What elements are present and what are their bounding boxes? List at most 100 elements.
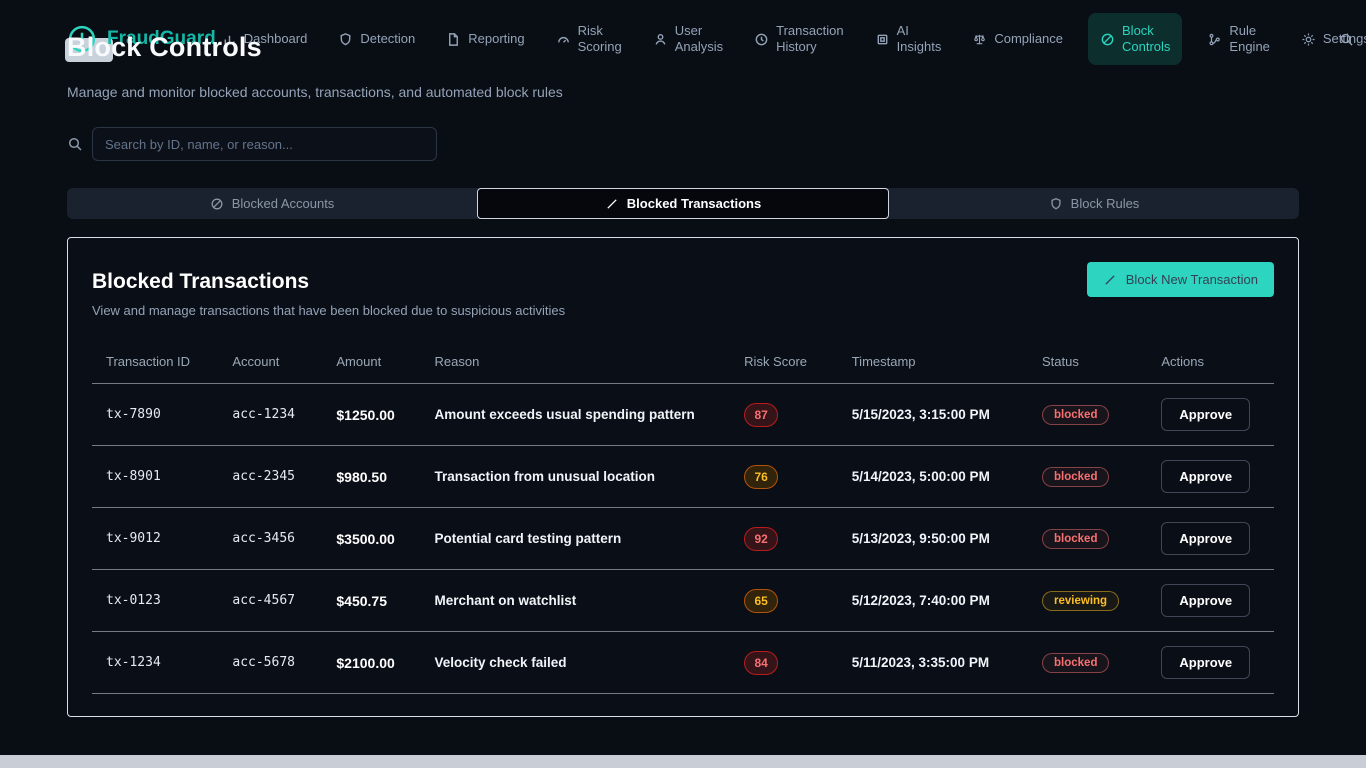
- nav-label: Compliance: [994, 30, 1064, 46]
- brand: FraudGuard: [65, 24, 216, 62]
- tab-label: Blocked Accounts: [231, 196, 335, 211]
- reason: Transaction from unusual location: [426, 445, 737, 508]
- col-header-actions: Actions: [1153, 344, 1274, 384]
- tab-label: Block Rules: [1070, 196, 1140, 211]
- nav-item-block-controls[interactable]: Block Controls: [1088, 12, 1183, 66]
- amount: $980.50: [328, 445, 427, 508]
- transaction-id: tx-0123: [92, 569, 225, 632]
- status-badge: blocked: [1042, 466, 1110, 487]
- amount: $2100.00: [328, 631, 427, 694]
- nav-item-settings[interactable]: Settings: [1295, 23, 1366, 55]
- approve-button[interactable]: Approve: [1161, 398, 1251, 431]
- shield-icon: [338, 32, 353, 47]
- search-icon[interactable]: [1339, 32, 1354, 47]
- approve-button[interactable]: Approve: [1161, 646, 1251, 679]
- branch-icon: [1207, 32, 1222, 47]
- reason: Velocity check failed: [426, 631, 737, 694]
- nav-label: Detection: [360, 30, 416, 46]
- account-id: acc-4567: [224, 569, 329, 632]
- search-row: [67, 127, 1299, 161]
- transaction-id: tx-1234: [92, 631, 225, 694]
- col-header-amount: Amount: [328, 344, 427, 384]
- nav-item-rule-engine[interactable]: Rule Engine: [1201, 15, 1275, 64]
- col-header-transaction-id: Transaction ID: [92, 344, 225, 384]
- nav-label: Risk Scoring: [577, 22, 622, 54]
- approve-button[interactable]: Approve: [1161, 584, 1251, 617]
- timestamp: 5/15/2023, 3:15:00 PM: [843, 383, 1035, 446]
- nav-item-compliance[interactable]: Compliance: [966, 23, 1069, 55]
- ban-icon: [210, 197, 224, 211]
- table-row: tx-9012 acc-3456 $3500.00 Potential card…: [92, 507, 1274, 570]
- page-content: Manage and monitor blocked accounts, tra…: [0, 84, 1366, 717]
- nav-label: Transaction History: [776, 22, 844, 54]
- nav-item-user-analysis[interactable]: User Analysis: [647, 15, 729, 64]
- approve-button[interactable]: Approve: [1161, 522, 1251, 555]
- search-input[interactable]: [92, 127, 437, 161]
- blocked-transactions-panel: Blocked Transactions View and manage tra…: [67, 237, 1299, 717]
- nav-item-transaction-history[interactable]: Transaction History: [748, 15, 849, 64]
- ban-icon: [1100, 32, 1115, 47]
- tab-block-rules[interactable]: Block Rules: [889, 188, 1299, 219]
- search-icon: [67, 136, 83, 152]
- tab-bar: Blocked Accounts Blocked Transactions Bl…: [67, 188, 1299, 219]
- table-header-row: Transaction ID Account Amount Reason Ris…: [92, 344, 1274, 384]
- transaction-id: tx-8901: [92, 445, 225, 508]
- table-row: tx-8901 acc-2345 $980.50 Transaction fro…: [92, 445, 1274, 508]
- table-row: tx-0123 acc-4567 $450.75 Merchant on wat…: [92, 569, 1274, 632]
- account-id: acc-2345: [224, 445, 329, 508]
- timestamp: 5/11/2023, 3:35:00 PM: [843, 631, 1035, 694]
- block-new-transaction-button[interactable]: Block New Transaction: [1086, 262, 1274, 297]
- account-id: acc-3456: [224, 507, 329, 570]
- account-id: acc-1234: [224, 383, 329, 446]
- bar-chart-icon: [222, 32, 237, 47]
- nav-item-detection[interactable]: Detection: [332, 23, 421, 55]
- col-header-timestamp: Timestamp: [843, 344, 1035, 384]
- nav-label: Rule Engine: [1229, 22, 1270, 54]
- page-subtitle: Manage and monitor blocked accounts, tra…: [67, 84, 563, 100]
- main-nav: Dashboard Detection Reporting Risk Scori…: [216, 12, 1366, 66]
- button-label: Block New Transaction: [1125, 272, 1258, 287]
- nav-label: Block Controls: [1122, 22, 1171, 54]
- amount: $450.75: [328, 569, 427, 632]
- risk-score-badge: 92: [744, 526, 779, 551]
- nav-item-dashboard[interactable]: Dashboard: [216, 23, 314, 55]
- nav-label: AI Insights: [896, 22, 942, 54]
- scale-icon: [972, 32, 987, 47]
- account-id: acc-5678: [224, 631, 329, 694]
- document-icon: [446, 32, 461, 47]
- panel-subtitle: View and manage transactions that have b…: [92, 303, 566, 318]
- slash-icon: [1103, 273, 1117, 287]
- timestamp: 5/12/2023, 7:40:00 PM: [843, 569, 1035, 632]
- reason: Potential card testing pattern: [426, 507, 737, 570]
- approve-button[interactable]: Approve: [1161, 460, 1251, 493]
- shield-icon: [1049, 197, 1063, 211]
- nav-label: User Analysis: [674, 22, 724, 54]
- tab-blocked-transactions[interactable]: Blocked Transactions: [477, 188, 889, 219]
- panel-title: Blocked Transactions: [92, 270, 310, 293]
- risk-score-badge: 76: [744, 464, 779, 489]
- gauge-icon: [556, 32, 571, 47]
- top-nav-bar: FraudGuard Dashboard Detection Reporting…: [0, 0, 1366, 78]
- tab-blocked-accounts[interactable]: Blocked Accounts: [67, 188, 477, 219]
- transaction-id: tx-9012: [92, 507, 225, 570]
- horizontal-scrollbar[interactable]: [0, 755, 1366, 768]
- status-badge: blocked: [1042, 528, 1110, 549]
- col-header-reason: Reason: [426, 344, 737, 384]
- amount: $3500.00: [328, 507, 427, 570]
- timestamp: 5/14/2023, 5:00:00 PM: [843, 445, 1035, 508]
- nav-item-reporting[interactable]: Reporting: [440, 23, 530, 55]
- timestamp: 5/13/2023, 9:50:00 PM: [843, 507, 1035, 570]
- transaction-id: tx-7890: [92, 383, 225, 446]
- chip-icon: [875, 32, 890, 47]
- slash-icon: [605, 197, 619, 211]
- blocked-transactions-table: Transaction ID Account Amount Reason Ris…: [92, 344, 1274, 694]
- amount: $1250.00: [328, 383, 427, 446]
- status-badge: blocked: [1042, 404, 1110, 425]
- alert-circle-icon: [67, 24, 97, 54]
- table-row: tx-7890 acc-1234 $1250.00 Amount exceeds…: [92, 383, 1274, 446]
- nav-item-risk-scoring[interactable]: Risk Scoring: [550, 15, 628, 64]
- status-badge: blocked: [1042, 652, 1110, 673]
- reason: Amount exceeds usual spending pattern: [426, 383, 737, 446]
- nav-item-ai-insights[interactable]: AI Insights: [869, 15, 948, 64]
- brand-name: FraudGuard: [107, 28, 216, 49]
